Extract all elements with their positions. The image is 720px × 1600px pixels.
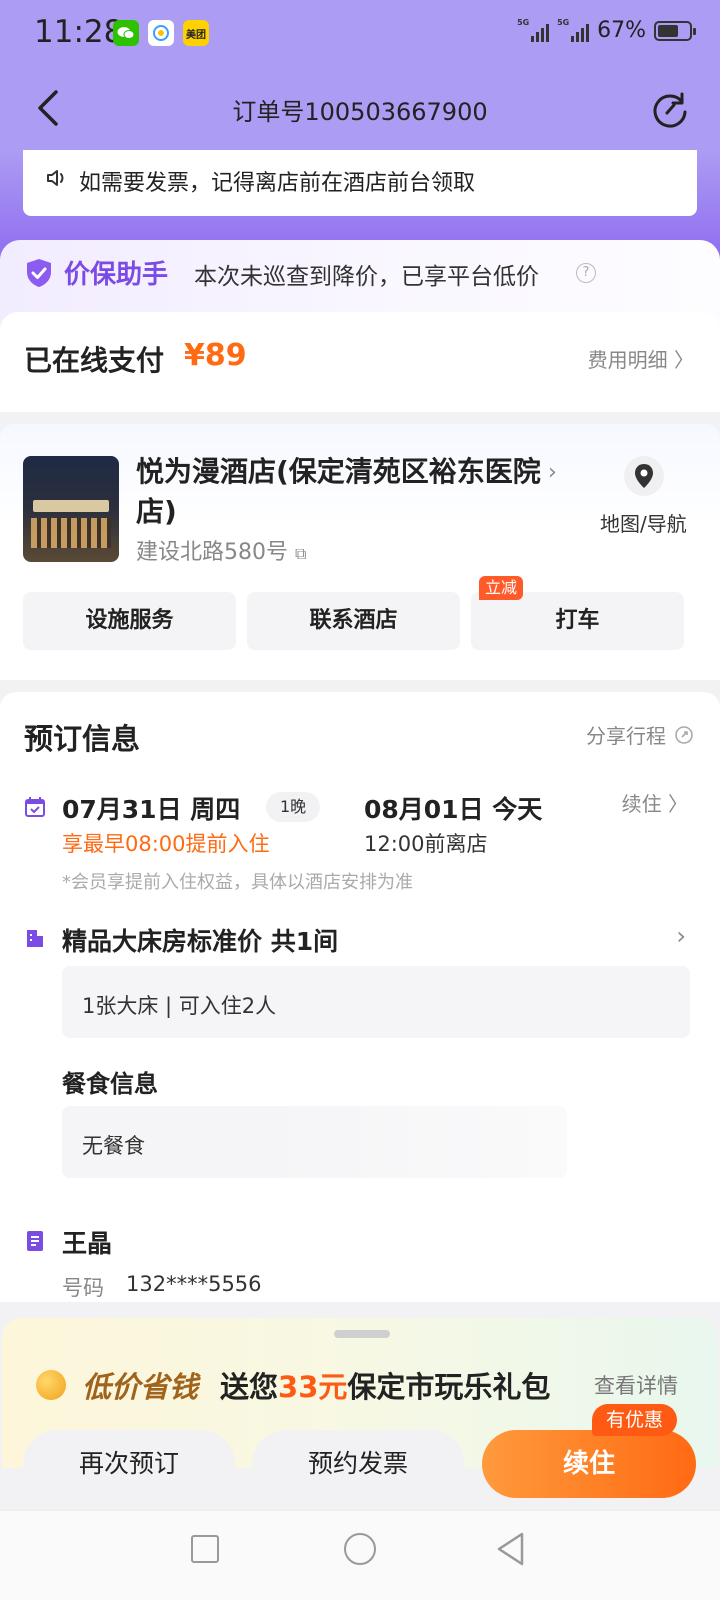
hotel-photo[interactable] [23,456,119,562]
calendar-icon [24,796,46,822]
order-number-title: 订单号100503667900 [232,98,488,126]
map-navigation-label[interactable]: 地图/导航 [600,508,687,537]
share-trip-link[interactable]: 分享行程 [586,720,694,749]
guest-name: 王晶 [62,1229,113,1258]
guest-doc-icon [25,1230,45,1256]
member-note: *会员享提前入住权益，具体以酒店安排为准 [62,872,413,893]
speaker-icon [45,166,69,194]
system-nav-bar [0,1510,720,1600]
chevron-right-icon[interactable]: › [548,460,557,485]
checkout-time: 12:00前离店 [364,832,488,856]
coin-icon [36,1370,66,1400]
invoice-notice: 如需要发票，记得离店前在酒店前台领取 [23,150,697,216]
fee-detail-link[interactable]: 费用明细 〉 [588,344,694,373]
invoice-button[interactable]: 预约发票 [252,1430,464,1498]
paid-online-label: 已在线支付 [24,344,165,377]
back-nav-icon[interactable] [494,1531,528,1571]
status-bar: 11:28 美团 5G 5G 67% [0,0,720,70]
extend-stay-button[interactable]: 续住 [482,1430,696,1498]
nav-bar: 订单号100503667900 [0,70,720,150]
paid-amount: ¥89 [184,338,247,373]
early-checkin-text: 享最早08:00提前入住 [62,832,270,856]
extend-stay-link[interactable]: 续住 〉 [622,788,688,817]
discount-badge: 有优惠 [592,1404,678,1436]
bottom-action-bar: 再次预订 预约发票 续住 有优惠 [0,1398,720,1498]
signal-icon: 5G [517,18,550,42]
recent-apps-icon[interactable] [191,1535,219,1563]
signal-icon-2: 5G [557,18,590,42]
battery-percent: 67% [597,18,646,43]
wechat-icon [113,20,139,46]
meituan-icon: 美团 [183,20,209,46]
meal-info-value: 无餐食 [62,1106,567,1178]
copy-icon[interactable]: ⧉ [295,544,306,563]
view-details-link[interactable]: 查看详情 [594,1370,678,1400]
share-icon [675,725,693,744]
hotel-name[interactable]: 悦为漫酒店(保定清苑区裕东医院店) [136,452,556,532]
room-detail: 1张大床 | 可入住2人 [62,966,690,1038]
phone-value: 132****5556 [126,1272,262,1296]
hotel-address[interactable]: 建设北路580号 ⧉ [136,534,306,566]
home-icon[interactable] [344,1533,376,1565]
location-pin-icon[interactable] [624,456,664,496]
facility-service-button[interactable]: 设施服务 [23,592,236,650]
contact-hotel-button[interactable]: 联系酒店 [247,592,460,650]
status-time: 11:28 [34,14,124,50]
chevron-right-icon[interactable]: › [676,922,686,950]
room-type-title[interactable]: 精品大床房标准价 共1间 [62,922,338,958]
phone-label: 号码 [62,1276,104,1300]
qq-icon [148,20,174,46]
status-right: 5G 5G 67% [517,18,696,43]
meal-info-title: 餐食信息 [62,1070,158,1098]
booking-info-title: 预订信息 [24,722,141,756]
taxi-button[interactable]: 打车 [471,592,684,650]
checkin-date: 07月31日 周四 [62,795,241,824]
booking-info-card: 预订信息 分享行程 07月31日 周四 1晚 08月01日 今天 续住 〉 享最… [0,692,720,1302]
hotel-card: 悦为漫酒店(保定清苑区裕东医院店) › 建设北路580号 ⧉ 地图/导航 设施服… [0,424,720,680]
nights-badge: 1晚 [266,792,321,822]
payment-card: 已在线支付 ¥89 费用明细 〉 [0,312,720,412]
price-guard-text: 本次未巡查到降价，已享平台低价 [194,264,539,290]
price-guard-title: 价保助手 [64,260,169,290]
help-icon[interactable]: ? [576,263,596,283]
shield-check-icon [24,257,54,293]
rebook-button[interactable]: 再次预订 [23,1430,235,1498]
battery-icon [654,20,696,41]
notice-text: 如需要发票，记得离店前在酒店前台领取 [79,171,476,196]
drag-handle[interactable] [334,1330,390,1338]
building-icon [25,928,45,952]
refresh-icon[interactable] [648,88,692,132]
discount-badge: 立减 [479,576,524,600]
checkout-date: 08月01日 今天 [364,795,543,824]
